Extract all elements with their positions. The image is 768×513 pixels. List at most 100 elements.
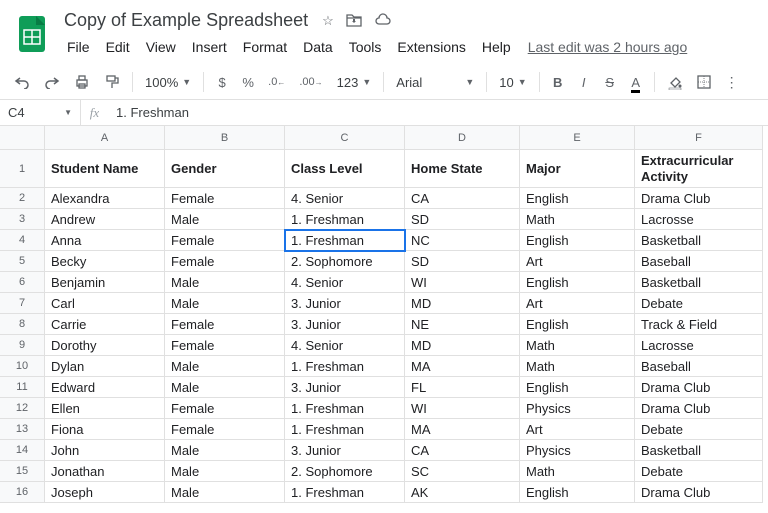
- select-all-corner[interactable]: [0, 126, 45, 150]
- row-header[interactable]: 3: [0, 209, 45, 230]
- cell[interactable]: Physics: [520, 398, 635, 419]
- decrease-decimal-button[interactable]: .0←: [262, 69, 291, 95]
- cell[interactable]: John: [45, 440, 165, 461]
- column-header[interactable]: B: [165, 126, 285, 150]
- cell[interactable]: Fiona: [45, 419, 165, 440]
- header-cell[interactable]: Home State: [405, 150, 520, 188]
- undo-button[interactable]: [8, 69, 36, 95]
- cell[interactable]: English: [520, 482, 635, 503]
- menu-file[interactable]: File: [60, 35, 97, 59]
- cell[interactable]: Lacrosse: [635, 335, 763, 356]
- cell[interactable]: 3. Junior: [285, 314, 405, 335]
- cell[interactable]: Drama Club: [635, 188, 763, 209]
- cell[interactable]: Dylan: [45, 356, 165, 377]
- cell[interactable]: Anna: [45, 230, 165, 251]
- cell[interactable]: Female: [165, 398, 285, 419]
- cloud-status-icon[interactable]: [374, 13, 392, 29]
- cell[interactable]: CA: [405, 188, 520, 209]
- formula-input[interactable]: 1. Freshman: [108, 105, 768, 120]
- cell[interactable]: 4. Senior: [285, 272, 405, 293]
- cell[interactable]: NC: [405, 230, 520, 251]
- cell[interactable]: WI: [405, 272, 520, 293]
- cell[interactable]: 1. Freshman: [285, 209, 405, 230]
- cell[interactable]: 3. Junior: [285, 293, 405, 314]
- cell[interactable]: 4. Senior: [285, 188, 405, 209]
- cell[interactable]: Female: [165, 188, 285, 209]
- cell[interactable]: 2. Sophomore: [285, 461, 405, 482]
- menu-tools[interactable]: Tools: [342, 35, 389, 59]
- row-header[interactable]: 9: [0, 335, 45, 356]
- cell[interactable]: Female: [165, 230, 285, 251]
- cell[interactable]: Art: [520, 293, 635, 314]
- more-toolbar-button[interactable]: ⋮: [719, 69, 745, 95]
- cell[interactable]: Male: [165, 356, 285, 377]
- menu-help[interactable]: Help: [475, 35, 518, 59]
- menu-data[interactable]: Data: [296, 35, 340, 59]
- cell[interactable]: CA: [405, 440, 520, 461]
- cell[interactable]: Lacrosse: [635, 209, 763, 230]
- cell[interactable]: 3. Junior: [285, 440, 405, 461]
- cell[interactable]: Male: [165, 209, 285, 230]
- cell[interactable]: 1. Freshman: [285, 419, 405, 440]
- sheets-logo[interactable]: [12, 14, 52, 54]
- cell[interactable]: AK: [405, 482, 520, 503]
- cell[interactable]: Andrew: [45, 209, 165, 230]
- cell[interactable]: WI: [405, 398, 520, 419]
- cell[interactable]: FL: [405, 377, 520, 398]
- cell[interactable]: Carrie: [45, 314, 165, 335]
- cell[interactable]: Math: [520, 209, 635, 230]
- header-cell[interactable]: Student Name: [45, 150, 165, 188]
- zoom-select[interactable]: 100%▼: [139, 71, 197, 94]
- cell[interactable]: Drama Club: [635, 377, 763, 398]
- fill-color-button[interactable]: [661, 69, 689, 95]
- cell[interactable]: 2. Sophomore: [285, 251, 405, 272]
- cell[interactable]: SD: [405, 209, 520, 230]
- cell[interactable]: 3. Junior: [285, 377, 405, 398]
- cell[interactable]: Female: [165, 251, 285, 272]
- cell[interactable]: Benjamin: [45, 272, 165, 293]
- cell[interactable]: 1. Freshman: [285, 482, 405, 503]
- cell[interactable]: Math: [520, 461, 635, 482]
- row-header[interactable]: 4: [0, 230, 45, 251]
- cell[interactable]: Physics: [520, 440, 635, 461]
- spreadsheet-grid[interactable]: ABCDEF1Student NameGenderClass LevelHome…: [0, 126, 768, 503]
- doc-title[interactable]: Copy of Example Spreadsheet: [60, 8, 312, 33]
- cell[interactable]: SD: [405, 251, 520, 272]
- borders-button[interactable]: [691, 69, 717, 95]
- cell[interactable]: Jonathan: [45, 461, 165, 482]
- cell[interactable]: Joseph: [45, 482, 165, 503]
- row-header[interactable]: 15: [0, 461, 45, 482]
- column-header[interactable]: A: [45, 126, 165, 150]
- cell[interactable]: English: [520, 230, 635, 251]
- cell[interactable]: Male: [165, 482, 285, 503]
- cell[interactable]: Baseball: [635, 356, 763, 377]
- cell[interactable]: Track & Field: [635, 314, 763, 335]
- cell[interactable]: Edward: [45, 377, 165, 398]
- cell[interactable]: Basketball: [635, 440, 763, 461]
- cell[interactable]: Female: [165, 419, 285, 440]
- cell[interactable]: English: [520, 188, 635, 209]
- increase-decimal-button[interactable]: .00→: [293, 69, 328, 95]
- cell[interactable]: MA: [405, 419, 520, 440]
- row-header[interactable]: 13: [0, 419, 45, 440]
- cell[interactable]: Basketball: [635, 230, 763, 251]
- currency-button[interactable]: $: [210, 69, 234, 95]
- menu-format[interactable]: Format: [236, 35, 294, 59]
- cell[interactable]: Carl: [45, 293, 165, 314]
- cell[interactable]: Male: [165, 293, 285, 314]
- row-header[interactable]: 14: [0, 440, 45, 461]
- cell[interactable]: NE: [405, 314, 520, 335]
- cell[interactable]: 4. Senior: [285, 335, 405, 356]
- cell[interactable]: Debate: [635, 461, 763, 482]
- cell[interactable]: Male: [165, 440, 285, 461]
- cell[interactable]: Basketball: [635, 272, 763, 293]
- menu-view[interactable]: View: [139, 35, 183, 59]
- header-cell[interactable]: Gender: [165, 150, 285, 188]
- cell[interactable]: MD: [405, 293, 520, 314]
- cell[interactable]: MA: [405, 356, 520, 377]
- cell[interactable]: English: [520, 272, 635, 293]
- cell[interactable]: 1. Freshman: [285, 230, 405, 251]
- cell[interactable]: English: [520, 314, 635, 335]
- menu-edit[interactable]: Edit: [99, 35, 137, 59]
- cell[interactable]: Alexandra: [45, 188, 165, 209]
